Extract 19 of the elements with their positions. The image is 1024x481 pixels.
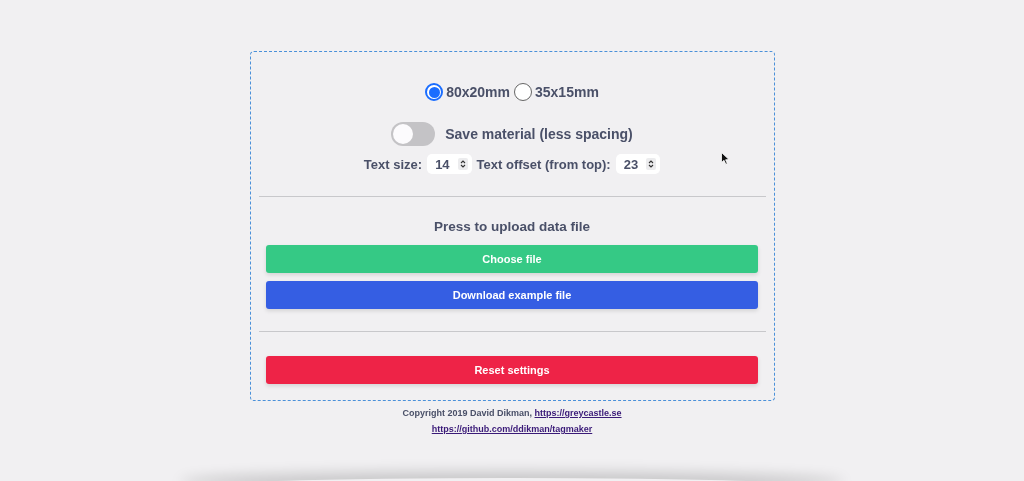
toggle-switch[interactable] (391, 122, 436, 146)
download-button[interactable]: Download example file (266, 281, 758, 309)
radio-label: 35x15mm (535, 84, 599, 100)
radio-button[interactable] (514, 83, 532, 101)
toggle-label: Save material (less spacing) (445, 126, 633, 142)
copyright-text: Copyright 2019 David Dikman, (402, 408, 532, 418)
radio-label: 80x20mm (446, 84, 510, 100)
field-label: Text size: (363, 156, 423, 172)
website-link[interactable]: https://greycastle.se (534, 408, 622, 418)
field-label: Text offset (from top): (476, 156, 611, 172)
reset-button[interactable]: Reset settings (266, 356, 758, 384)
pointer-icon (721, 152, 730, 165)
spinner-icon[interactable] (646, 158, 657, 170)
github-link[interactable]: https://github.com/ddikman/tagmaker (431, 424, 593, 434)
number-field[interactable]: 14 (427, 154, 472, 174)
upload-heading: Press to upload data file (432, 219, 591, 234)
radio-button[interactable] (425, 83, 444, 101)
spinner-icon[interactable] (457, 158, 468, 170)
number-field[interactable]: 23 (615, 154, 661, 174)
